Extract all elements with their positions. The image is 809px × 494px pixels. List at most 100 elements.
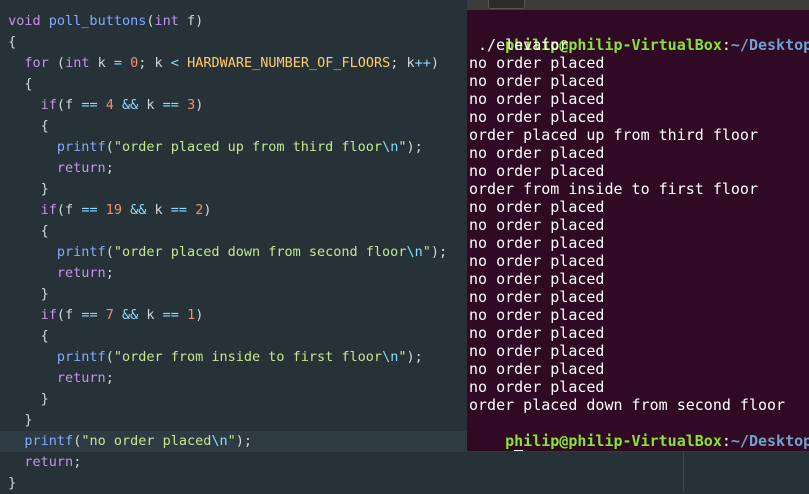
code-token: 19 [105,202,122,218]
code-token: { [8,328,49,344]
code-token: ); [430,244,448,260]
text-cursor [514,450,524,451]
code-token: return [56,160,106,176]
code-token: printf [24,433,74,449]
code-gutter-pad [0,349,8,365]
code-token: && [122,307,139,323]
prompt-path: ~/Desktop/tes [730,432,809,450]
code-token: } [8,412,33,428]
code-token: int [65,55,90,71]
code-token: && [130,202,147,218]
prompt-separator: : [721,36,731,54]
code-token: void [8,13,41,29]
code-gutter-pad [0,433,8,449]
output-line: no order placed [469,144,605,162]
prompt-separator: : [721,432,731,450]
code-gutter-pad [0,454,8,470]
code-token: ( [105,139,114,155]
code-token: "order placed up from third floor [113,139,383,155]
code-token: < [170,55,179,71]
code-token: \n [211,433,228,449]
code-token: k [138,307,163,323]
code-token: \n [406,244,423,260]
code-token: ) [203,202,212,218]
code-gutter-pad [0,202,8,218]
code-token: } [8,181,49,197]
output-line: no order placed [469,72,605,90]
command-line: ./elevator [469,36,569,54]
output-line: no order placed [469,324,605,342]
terminal-tab[interactable] [488,0,525,9]
code-token: 1 [187,307,196,323]
input-line[interactable] [469,432,524,451]
prompt-line-current[interactable]: philip@philip-VirtualBox:~/Desktop/tes [469,414,809,450]
code-token: == [162,307,179,323]
code-token: printf [56,244,106,260]
code-token: (f [56,307,82,323]
code-gutter-pad [0,244,8,260]
code-token: ; [105,370,114,386]
code-gutter-pad [0,475,8,491]
code-gutter-pad [0,76,8,92]
code-token: } [8,391,49,407]
output-line: no order placed [469,342,605,360]
code-gutter-pad [0,328,8,344]
code-token: "order from inside to first floor [113,349,383,365]
code-token: ); [406,349,423,365]
code-token: ( [105,349,114,365]
code-token: 3 [187,97,196,113]
code-token: ) [195,97,204,113]
code-token: == [170,202,188,218]
code-token: && [122,97,139,113]
code-token: ; k [138,55,171,71]
output-line: no order placed [469,270,605,288]
output-line: no order placed [469,162,605,180]
code-token: { [8,118,49,134]
code-gutter-pad [0,34,8,50]
output-line: no order placed [469,288,605,306]
code-token: ); [406,139,423,155]
code-gutter-pad [0,307,8,323]
code-token: = [113,55,122,71]
code-token: int [154,13,179,29]
code-token: 4 [105,97,114,113]
code-token: if [40,97,57,113]
code-token: \n [382,349,399,365]
output-line: no order placed [469,198,605,216]
code-token: ( [48,55,66,71]
code-token: f) [178,13,204,29]
code-token: ) [430,55,440,71]
terminal-window[interactable]: philip@philip-VirtualBox:~/Desktop/tes .… [467,0,809,451]
prompt-user: philip@philip-VirtualBox [505,432,722,450]
code-token: ; k [390,55,415,71]
code-token: "order placed down from second floor [113,244,407,260]
output-line: order placed down from second floor [469,396,786,414]
code-line[interactable]: return; [0,452,809,473]
output-line: no order placed [469,216,605,234]
code-token: printf [56,139,106,155]
code-token: ; [105,160,114,176]
code-gutter-pad [0,223,8,239]
terminal-titlebar[interactable] [467,0,809,10]
code-token: " [227,433,236,449]
code-token: { [8,223,49,239]
output-line: order placed up from third floor [469,126,758,144]
code-token: ( [105,244,114,260]
code-token: if [40,307,57,323]
output-line: no order placed [469,234,605,252]
code-token: poll_buttons [48,13,147,29]
output-line: no order placed [469,54,605,72]
